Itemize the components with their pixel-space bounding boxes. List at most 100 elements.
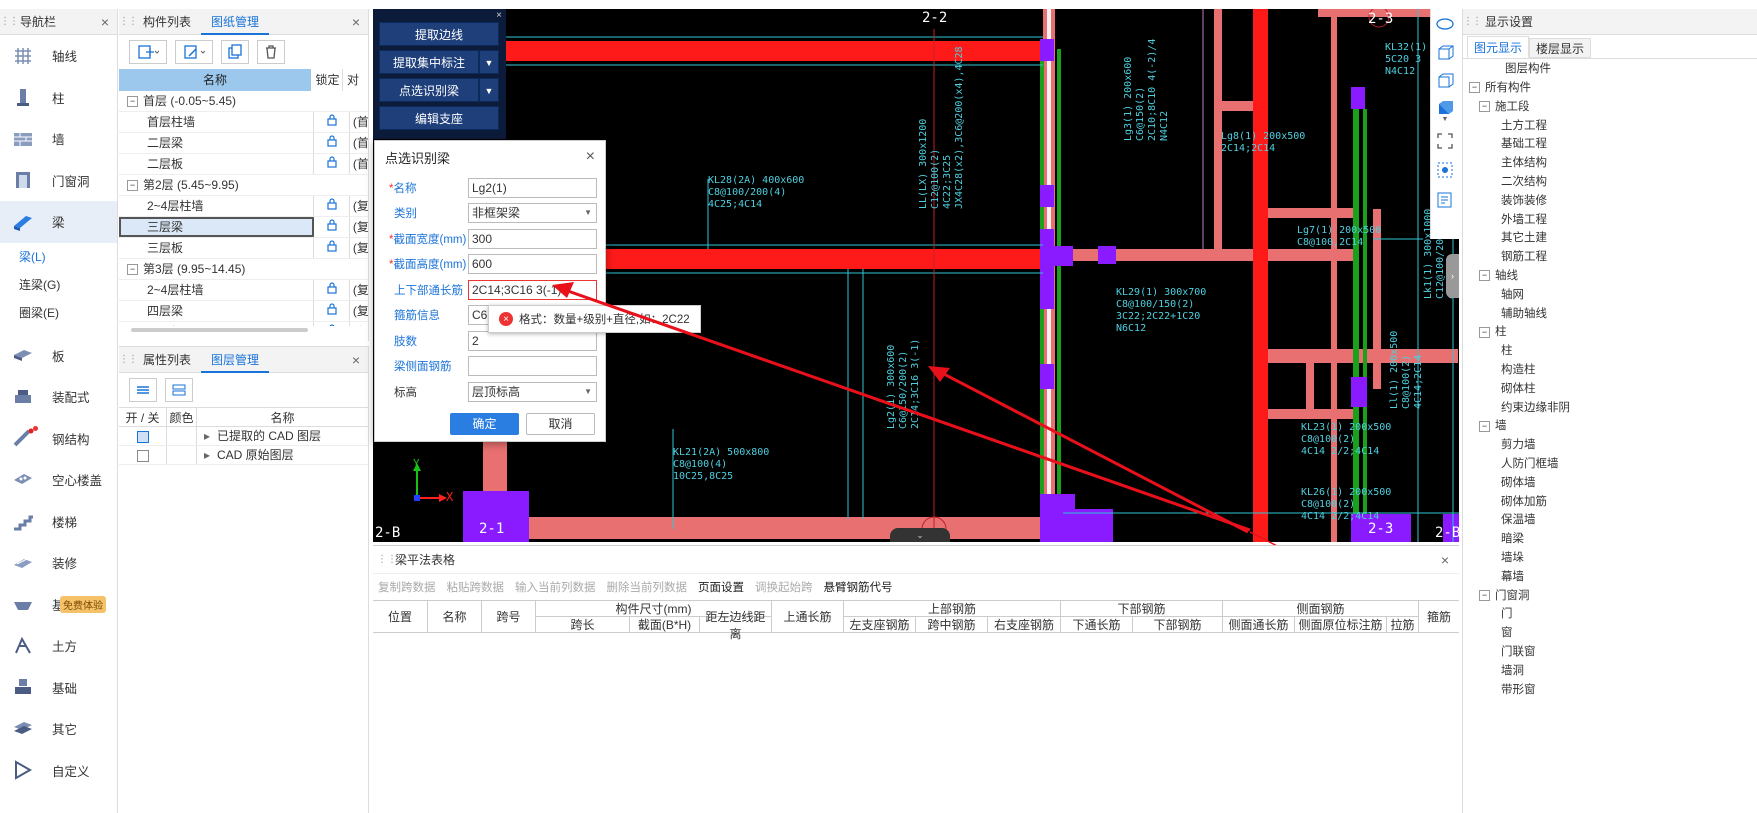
display-tree-item[interactable]: 基础工程	[1463, 135, 1757, 154]
nav-item-prefab[interactable]: 装配式	[0, 376, 117, 418]
display-tree-item[interactable]: − 所有构件	[1463, 79, 1757, 98]
drawing-row[interactable]: 二层梁 (首	[119, 133, 368, 154]
close-icon[interactable]: ×	[352, 352, 360, 368]
display-tree-item[interactable]: 轴网	[1463, 286, 1757, 305]
pick-identify-beam-button[interactable]: 点选识别梁	[379, 78, 479, 102]
extract-edge-button[interactable]: 提取边线	[379, 22, 499, 46]
nav-item-stairs[interactable]: 楼梯	[0, 501, 117, 543]
dropdown-arrow-icon[interactable]: ▼	[584, 383, 592, 401]
nav-item-door-window[interactable]: 门窗洞	[0, 160, 117, 202]
expand-arrow-icon[interactable]: ▸	[197, 446, 217, 464]
nav-item-grid-axis[interactable]: 轴线	[0, 35, 117, 77]
tab-drawing-management[interactable]: 图纸管理	[201, 9, 270, 35]
tab-element-display[interactable]: 图元显示	[1467, 36, 1530, 58]
lock-icon[interactable]	[314, 301, 350, 321]
drag-grip-icon[interactable]: ⋮⋮	[373, 554, 397, 565]
drag-grip-icon[interactable]: ⋮⋮	[119, 16, 138, 27]
column-name-header[interactable]: 名称	[119, 69, 311, 91]
field-input[interactable]: 300	[468, 228, 597, 249]
collapse-icon[interactable]: −	[1479, 326, 1490, 338]
display-tree-item[interactable]: 装饰装修	[1463, 192, 1757, 211]
display-tree-item[interactable]: 土方工程	[1463, 117, 1757, 136]
dropdown-arrow-icon[interactable]: ▼	[479, 78, 499, 102]
chevron-down-icon[interactable]: ⌄	[890, 528, 950, 542]
property-sheet-icon[interactable]	[1431, 185, 1459, 215]
close-icon[interactable]: ×	[1441, 552, 1449, 568]
nav-item-column[interactable]: 柱	[0, 77, 117, 119]
column-d-header[interactable]: 对	[343, 69, 363, 91]
collapse-icon[interactable]: −	[1479, 101, 1490, 113]
field-input[interactable]: Lg2(1)	[468, 177, 597, 198]
display-tree-item[interactable]: 剪力墙	[1463, 436, 1757, 455]
extract-centralized-annotation-button[interactable]: 提取集中标注	[379, 50, 479, 74]
field-input[interactable]: 2	[468, 330, 597, 351]
lock-icon[interactable]	[314, 322, 350, 326]
collapse-icon[interactable]: −	[1479, 420, 1490, 432]
nav-item-beam[interactable]: 梁	[0, 201, 117, 243]
delete-icon[interactable]	[257, 40, 285, 64]
tab-floor-display[interactable]: 楼层显示	[1529, 38, 1592, 58]
tab-layer-management[interactable]: 图层管理	[201, 347, 270, 373]
lock-icon[interactable]	[314, 280, 350, 300]
display-tree-item[interactable]: − 施工段	[1463, 98, 1757, 117]
display-tree-item[interactable]: − 轴线	[1463, 267, 1757, 286]
floor-group-row[interactable]: − 第3层 (9.95~14.45)	[119, 259, 368, 280]
display-tree-item[interactable]: 砌体柱	[1463, 380, 1757, 399]
edit-support-button[interactable]: 编辑支座	[379, 106, 499, 130]
display-tree-item[interactable]: − 柱	[1463, 323, 1757, 342]
dropdown-arrow-icon[interactable]: ▼	[584, 204, 592, 222]
display-tree-item[interactable]: − 门窗洞	[1463, 587, 1757, 606]
layer-filter-icon[interactable]	[165, 378, 193, 402]
drawing-row[interactable]: 2~4层柱墙 (复	[119, 196, 368, 217]
cube-solid-icon[interactable]: ▼	[1431, 95, 1459, 127]
display-tree-item[interactable]: 柱	[1463, 342, 1757, 361]
lock-icon[interactable]	[314, 133, 350, 153]
table-tool-button[interactable]: 复制跨数据	[378, 579, 436, 595]
drawing-row[interactable]: 2~4层柱墙 (复	[119, 280, 368, 301]
drag-grip-icon[interactable]: ⋮⋮	[0, 16, 19, 27]
lock-icon[interactable]	[314, 196, 350, 216]
cube-view-icon[interactable]	[1431, 39, 1459, 67]
collapse-icon[interactable]: −	[1479, 270, 1490, 282]
collapse-icon[interactable]: −	[1479, 589, 1490, 601]
display-tree-item[interactable]: − 墙	[1463, 417, 1757, 436]
field-input[interactable]: 2C14;3C16 3(-1)	[468, 279, 597, 300]
lock-icon[interactable]	[314, 154, 350, 174]
table-tool-button[interactable]: 调换起始跨	[755, 579, 813, 595]
column-lock-header[interactable]: 锁定	[313, 69, 343, 91]
display-tree-item[interactable]: 约束边缘非阴	[1463, 399, 1757, 418]
close-icon[interactable]: ×	[352, 14, 360, 30]
nav-item-foundation[interactable]: 基础	[0, 667, 117, 709]
beam-subitem[interactable]: 圈梁(E)	[0, 299, 117, 327]
cancel-button[interactable]: 取消	[526, 412, 595, 435]
nav-item-steel-structure[interactable]: 钢结构	[0, 418, 117, 460]
layer-row[interactable]: ▸ CAD 原始图层	[119, 446, 368, 465]
horizontal-scrollbar[interactable]	[131, 328, 308, 332]
layer-checkbox-unchecked[interactable]	[136, 449, 149, 462]
display-tree-item[interactable]: 墙垛	[1463, 549, 1757, 568]
floor-group-row[interactable]: − 首层 (-0.05~5.45)	[119, 91, 368, 112]
display-tree-item[interactable]: 门联窗	[1463, 643, 1757, 662]
drag-grip-icon[interactable]: ⋮⋮	[119, 354, 138, 365]
nav-item-decoration[interactable]: 装修	[0, 542, 117, 584]
close-icon[interactable]: ×	[379, 11, 506, 22]
tab-component-list[interactable]: 构件列表	[133, 9, 201, 35]
nav-item-earthwork[interactable]: 土方	[0, 625, 117, 667]
display-tree-item[interactable]: 其它土建	[1463, 229, 1757, 248]
table-tool-button[interactable]: 悬臂钢筋代号	[824, 579, 893, 595]
collapse-icon[interactable]: −	[1469, 82, 1480, 94]
display-tree-item[interactable]: 保温墙	[1463, 511, 1757, 530]
close-icon[interactable]: ×	[101, 14, 109, 30]
table-tool-button[interactable]: 输入当前列数据	[515, 579, 596, 595]
display-tree-item[interactable]: 砌体墙	[1463, 474, 1757, 493]
display-tree-item[interactable]: 带形窗	[1463, 681, 1757, 700]
field-input[interactable]: 600	[468, 254, 597, 274]
drawing-row[interactable]: 三层板 (复	[119, 238, 368, 259]
display-tree-item[interactable]: 窗	[1463, 624, 1757, 643]
drawing-row[interactable]: 四层梁 (复	[119, 301, 368, 322]
nav-item-foundation-pit[interactable]: 基坑免费体验	[0, 584, 117, 626]
display-tree-item[interactable]: 门	[1463, 605, 1757, 624]
cube-outline-icon[interactable]	[1431, 67, 1459, 95]
display-tree-item[interactable]: 暗梁	[1463, 530, 1757, 549]
display-tree-item[interactable]: 幕墙	[1463, 568, 1757, 587]
